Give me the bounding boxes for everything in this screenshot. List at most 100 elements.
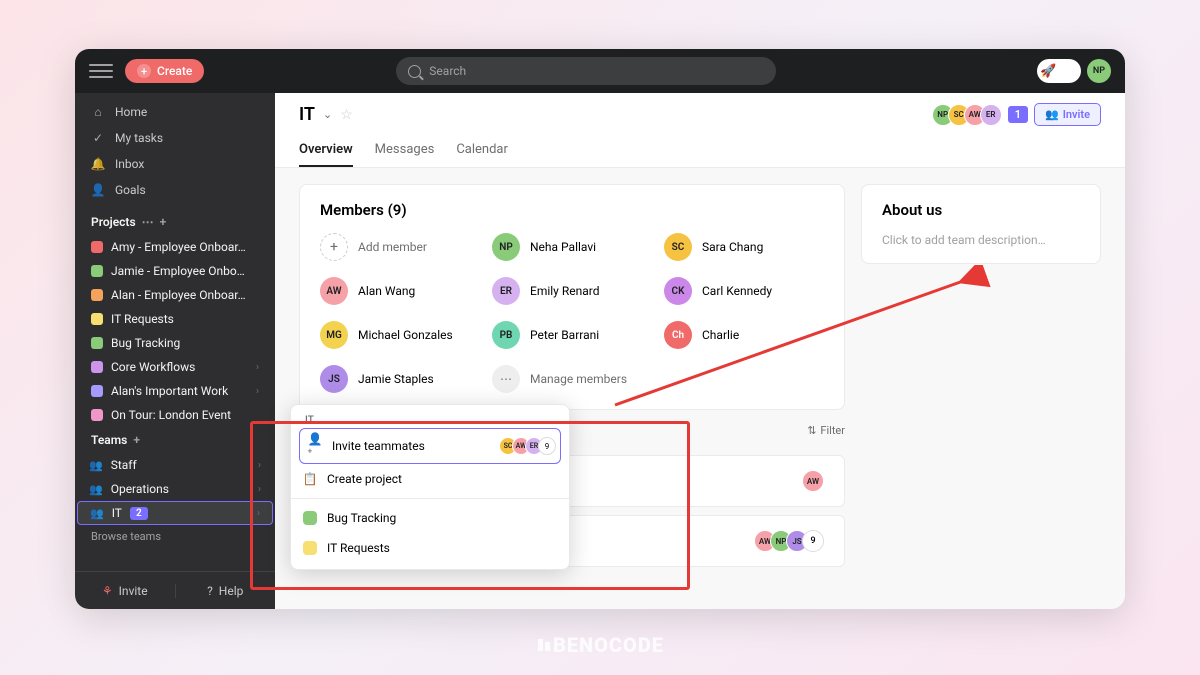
sidebar-project-item[interactable]: Bug Tracking	[75, 331, 275, 355]
project-label: On Tour: London Event	[111, 408, 231, 422]
member-item[interactable]: MGMichael Gonzales	[320, 321, 480, 349]
invite-footer-button[interactable]: ⚘Invite	[75, 584, 176, 598]
nav-item[interactable]: 👤 Goals	[75, 177, 275, 203]
manage-label: Manage members	[530, 372, 627, 386]
chevron-right-icon: ›	[256, 386, 259, 397]
sidebar-project-item[interactable]: Jamie - Employee Onbo…	[75, 259, 275, 283]
chevron-right-icon: ›	[258, 460, 261, 471]
sidebar-team-item[interactable]: 👥Operations›	[75, 477, 275, 501]
filter-button[interactable]: ⇅ Filter	[807, 424, 845, 437]
user-avatar[interactable]: NP	[1087, 59, 1111, 83]
tab-overview[interactable]: Overview	[299, 134, 353, 167]
avatar: JS	[320, 365, 348, 393]
main-header: IT ⌄ ☆ NPSCAWER 1 👥 Invite Overview Messa…	[275, 93, 1125, 168]
dropdown-label: Bug Tracking	[327, 511, 396, 525]
projects-add-icon[interactable]: +	[160, 215, 167, 229]
teams-add-icon[interactable]: +	[133, 433, 140, 447]
sidebar: ⌂Home✓My tasks🔔Inbox👤Goals Projects ⋯ + …	[75, 93, 275, 609]
filter-icon: ⇅	[807, 424, 816, 437]
member-item[interactable]: SCSara Chang	[664, 233, 824, 261]
upgrade-toggle[interactable]: 🚀	[1037, 59, 1081, 83]
avatar: ER	[492, 277, 520, 305]
member-name: Alan Wang	[358, 284, 415, 298]
nav-item[interactable]: ✓My tasks	[75, 125, 275, 151]
manage-members-button[interactable]: ⋯Manage members	[492, 365, 652, 393]
topbar: + Create Search 🚀 NP	[75, 49, 1125, 93]
sidebar-project-item[interactable]: Alan - Employee Onboar…	[75, 283, 275, 307]
plus-icon: +	[320, 233, 348, 261]
dropdown-header: IT	[291, 411, 569, 428]
member-item[interactable]: CKCarl Kennedy	[664, 277, 824, 305]
nav-item[interactable]: 🔔Inbox	[75, 151, 275, 177]
title-dropdown-icon[interactable]: ⌄	[323, 108, 332, 121]
team-label: Staff	[111, 458, 137, 472]
invite-button[interactable]: 👥 Invite	[1034, 103, 1101, 126]
dropdown-label: IT Requests	[327, 541, 390, 555]
avatar: CK	[664, 277, 692, 305]
sidebar-project-item[interactable]: Core Workflows›	[75, 355, 275, 379]
dropdown-item[interactable]: 👤⁺Invite teammatesSCAWER9	[299, 428, 561, 464]
clipboard-icon: 📋	[303, 472, 317, 486]
star-icon[interactable]: ☆	[340, 107, 353, 123]
sidebar-project-item[interactable]: Alan's Important Work›	[75, 379, 275, 403]
help-button[interactable]: ?Help	[176, 584, 276, 598]
chevron-right-icon: ›	[257, 508, 260, 519]
project-label: Jamie - Employee Onbo…	[111, 264, 245, 278]
sidebar-team-item[interactable]: 👥IT2›	[77, 501, 273, 525]
topbar-right: 🚀 NP	[1037, 59, 1111, 83]
project-label: IT Requests	[111, 312, 174, 326]
member-item[interactable]: AWAlan Wang	[320, 277, 480, 305]
tab-calendar[interactable]: Calendar	[456, 134, 508, 167]
chevron-right-icon: ›	[256, 362, 259, 373]
dropdown-item[interactable]: 📋Create project	[291, 464, 569, 494]
project-color-icon	[91, 409, 103, 421]
about-description-input[interactable]: Click to add team description…	[882, 233, 1080, 247]
divider	[291, 498, 569, 499]
member-name: Michael Gonzales	[358, 328, 453, 342]
dropdown-item[interactable]: IT Requests	[291, 533, 569, 563]
add-member-button[interactable]: +Add member	[320, 233, 480, 261]
avatar: ER	[980, 104, 1002, 126]
app-window: + Create Search 🚀 NP ⌂ Home ✓My tasks🔔Inbo…	[75, 49, 1125, 609]
nav-label: Inbox	[115, 157, 144, 171]
sidebar-project-item[interactable]: IT Requests	[75, 307, 275, 331]
projects-header-label: Projects	[91, 215, 136, 229]
avatar: Ch	[664, 321, 692, 349]
member-item[interactable]: NPNeha Pallavi	[492, 233, 652, 261]
watermark: BENOCODE	[536, 633, 664, 657]
sidebar-project-item[interactable]: Amy - Employee Onboar…	[75, 235, 275, 259]
create-label: Create	[157, 64, 192, 78]
hamburger-icon[interactable]	[89, 59, 113, 83]
mini-avatar-stack: SCAWER9	[504, 437, 556, 455]
nav-icon: 👤	[91, 183, 105, 197]
member-name: Peter Barrani	[530, 328, 599, 342]
member-avatar-stack[interactable]: NPSCAWER	[938, 104, 1002, 126]
browse-teams[interactable]: Browse teams	[75, 525, 275, 548]
team-title: IT	[299, 104, 315, 125]
tabs: Overview Messages Calendar	[299, 134, 1101, 167]
invite-people-icon: 👥	[1045, 108, 1059, 121]
member-item[interactable]: Ch Charlie	[664, 321, 824, 349]
nav-icon: ⌂	[91, 105, 105, 119]
project-color-icon	[91, 265, 103, 277]
chevron-right-icon: ›	[258, 484, 261, 495]
nav-label: My tasks	[115, 131, 163, 145]
create-button[interactable]: + Create	[125, 59, 204, 83]
notification-badge: 1	[1008, 106, 1028, 123]
member-item[interactable]: PBPeter Barrani	[492, 321, 652, 349]
about-title: About us	[882, 201, 1080, 219]
avatar: AW	[802, 470, 824, 492]
tab-messages[interactable]: Messages	[375, 134, 435, 167]
member-name: Charlie	[702, 328, 739, 342]
projects-more-icon[interactable]: ⋯	[142, 215, 154, 229]
member-item[interactable]: EREmily Renard	[492, 277, 652, 305]
search-input[interactable]: Search	[396, 57, 776, 85]
dropdown-item[interactable]: Bug Tracking	[291, 503, 569, 533]
sidebar-team-item[interactable]: 👥Staff›	[75, 453, 275, 477]
sidebar-project-item[interactable]: On Tour: London Event	[75, 403, 275, 427]
nav-item[interactable]: ⌂ Home	[75, 99, 275, 125]
member-item[interactable]: JS Jamie Staples	[320, 365, 480, 393]
nav-label: Home	[115, 105, 147, 119]
member-name: Jamie Staples	[358, 372, 434, 386]
nav-label: Goals	[115, 183, 146, 197]
